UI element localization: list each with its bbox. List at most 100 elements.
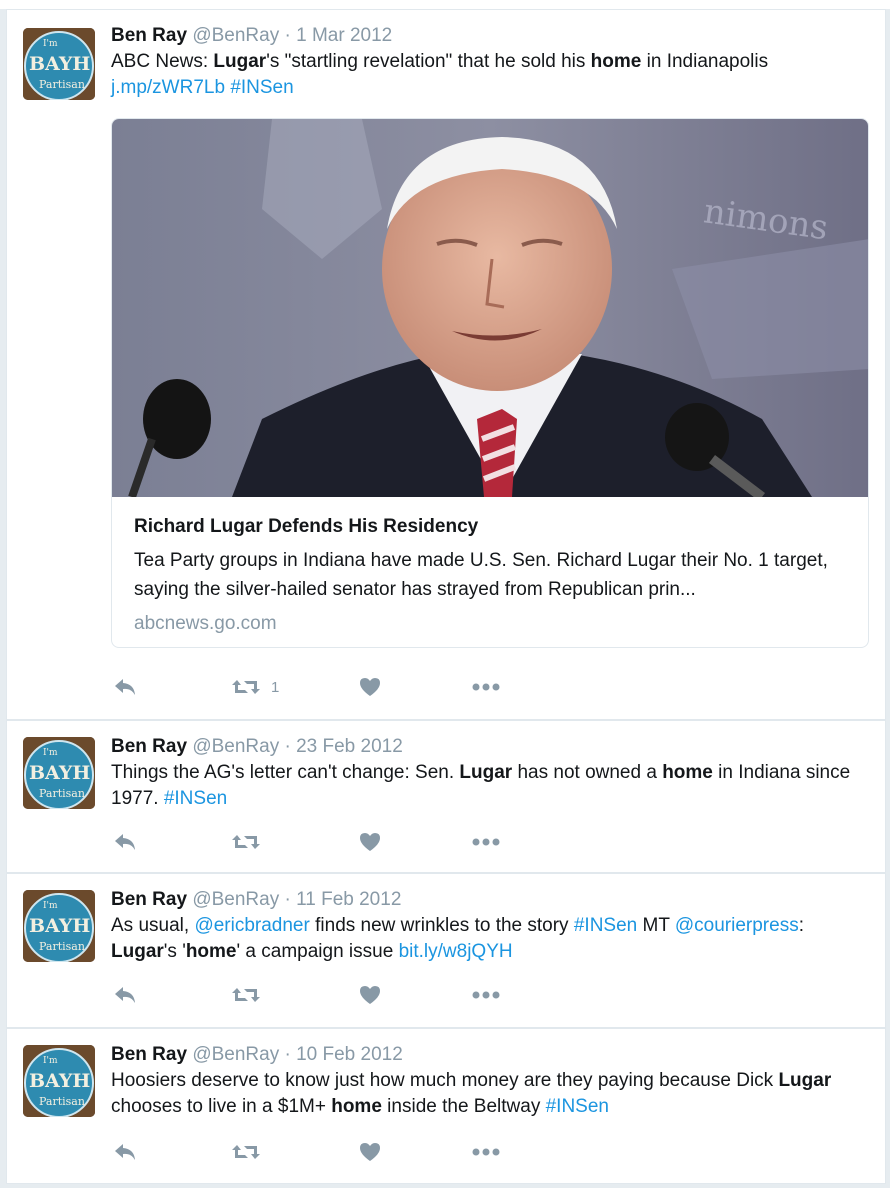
author-name[interactable]: Ben Ray [111, 736, 187, 757]
timeline: I'm BAYH Partisan Ben Ray @BenRay · 1 Ma… [0, 0, 890, 1188]
reply-button[interactable] [113, 829, 137, 855]
tweet[interactable]: I'm BAYH Partisan Ben Ray @BenRay · 1 Ma… [6, 9, 886, 720]
svg-text:I'm: I'm [43, 1056, 58, 1066]
tweet-content: Ben Ray @BenRay · 11 Feb 2012 As usual, … [111, 888, 865, 965]
svg-text:BAYH: BAYH [29, 1070, 90, 1092]
tweet-text-segment: 's ' [163, 941, 186, 962]
tweet-content: Ben Ray @BenRay · 1 Mar 2012 ABC News: L… [111, 24, 865, 101]
tweet-text-segment: ' a campaign issue [236, 941, 399, 962]
svg-text:BAYH: BAYH [29, 915, 90, 937]
heart-icon [360, 833, 380, 851]
tweet-header: Ben Ray @BenRay · 11 Feb 2012 [111, 888, 865, 912]
highlighted-term: Lugar [778, 1070, 832, 1091]
highlighted-term: Lugar [213, 51, 267, 72]
tweet-text-segment: : [798, 915, 804, 936]
url-link[interactable]: bit.ly/w8jQYH [399, 941, 513, 962]
tweet-content: Ben Ray @BenRay · 23 Feb 2012 Things the… [111, 735, 865, 812]
avatar[interactable]: I'm BAYH Partisan [23, 1045, 95, 1117]
retweet-icon [232, 680, 260, 694]
url-link[interactable]: j.mp/zWR7Lb [111, 77, 225, 98]
tweet-text-segment: 's "startling revelation" that he sold h… [266, 51, 591, 72]
card-description: Tea Party groups in Indiana have made U.… [134, 550, 828, 600]
more-button[interactable] [471, 1139, 501, 1165]
more-button[interactable] [471, 829, 501, 855]
tweet[interactable]: I'm BAYH Partisan Ben Ray @BenRay · 11 F… [6, 873, 886, 1028]
tweet-timestamp[interactable]: 23 Feb 2012 [296, 736, 403, 757]
highlighted-term: home [662, 762, 713, 783]
tweet-content: Ben Ray @BenRay · 10 Feb 2012 Hoosiers d… [111, 1043, 865, 1120]
svg-text:Partisan: Partisan [39, 787, 85, 800]
highlighted-term: Lugar [111, 941, 164, 962]
tweet-text: Hoosiers deserve to know just how much m… [111, 1068, 865, 1120]
retweet-button[interactable] [231, 829, 271, 855]
avatar[interactable]: I'm BAYH Partisan [23, 28, 95, 100]
more-icon [472, 1148, 500, 1156]
avatar-bayh-button-image: I'm BAYH Partisan [23, 1045, 95, 1117]
like-button[interactable] [359, 674, 381, 700]
tweet-timestamp[interactable]: 1 Mar 2012 [296, 25, 392, 46]
svg-text:I'm: I'm [43, 39, 58, 49]
reply-icon [115, 679, 135, 695]
retweet-button[interactable] [231, 1139, 271, 1165]
retweet-button[interactable]: 1 [231, 674, 279, 700]
like-button[interactable] [359, 1139, 381, 1165]
tweet-text-segment: finds new wrinkles to the story [309, 915, 574, 936]
tweet[interactable]: I'm BAYH Partisan Ben Ray @BenRay · 23 F… [6, 720, 886, 873]
hashtag-link[interactable]: #INSen [230, 77, 293, 98]
more-icon [472, 683, 500, 691]
more-icon [472, 991, 500, 999]
tweet-timestamp[interactable]: 10 Feb 2012 [296, 1044, 403, 1065]
card-title[interactable]: Richard Lugar Defends His Residency [134, 515, 848, 539]
avatar-bayh-button-image: I'm BAYH Partisan [23, 890, 95, 962]
reply-button[interactable] [113, 982, 137, 1008]
mention-link[interactable]: @courierpress [675, 915, 799, 936]
tweet[interactable]: I'm BAYH Partisan Ben Ray @BenRay · 10 F… [6, 1028, 886, 1184]
author-handle[interactable]: @BenRay [192, 1044, 279, 1065]
tweet-timestamp[interactable]: 11 Feb 2012 [296, 889, 401, 910]
tweet-header: Ben Ray @BenRay · 10 Feb 2012 [111, 1043, 865, 1067]
author-handle[interactable]: @BenRay [192, 25, 279, 46]
svg-text:BAYH: BAYH [29, 762, 90, 784]
hashtag-link[interactable]: #INSen [574, 915, 637, 936]
like-button[interactable] [359, 829, 381, 855]
tweet-text-segment: in Indianapolis [641, 51, 769, 72]
avatar[interactable]: I'm BAYH Partisan [23, 890, 95, 962]
mention-link[interactable]: @ericbradner [194, 915, 309, 936]
highlighted-term: home [185, 941, 237, 962]
card-domain[interactable]: abcnews.go.com [134, 612, 848, 636]
retweet-button[interactable] [231, 982, 271, 1008]
heart-icon [360, 678, 380, 696]
author-name[interactable]: Ben Ray [111, 889, 187, 910]
hashtag-link[interactable]: #INSen [546, 1096, 609, 1117]
retweet-icon [232, 835, 260, 849]
more-button[interactable] [471, 674, 501, 700]
tweet-text-segment: chooses to live in a $1M+ [111, 1096, 332, 1117]
highlighted-term: Lugar [459, 762, 513, 783]
author-handle[interactable]: @BenRay [192, 889, 279, 910]
avatar[interactable]: I'm BAYH Partisan [23, 737, 95, 809]
reply-icon [115, 834, 135, 850]
author-name[interactable]: Ben Ray [111, 1044, 187, 1065]
tweet-actions [111, 1139, 531, 1165]
svg-text:I'm: I'm [43, 748, 58, 758]
author-name[interactable]: Ben Ray [111, 25, 187, 46]
separator-dot: · [284, 889, 291, 910]
tweet-text-segment: inside the Beltway [381, 1096, 546, 1117]
reply-button[interactable] [113, 1139, 137, 1165]
separator-dot: · [284, 25, 291, 46]
card-photo: nimons [112, 119, 868, 497]
link-card[interactable]: nimons Richard Lugar Defends His Residen… [111, 118, 869, 648]
avatar-bayh-button-image: I'm BAYH Partisan [23, 28, 95, 100]
svg-text:BAYH: BAYH [29, 53, 90, 75]
tweet-actions: 1 [111, 674, 531, 700]
hashtag-link[interactable]: #INSen [164, 788, 227, 809]
like-button[interactable] [359, 982, 381, 1008]
svg-text:I'm: I'm [43, 901, 58, 911]
highlighted-term: home [590, 51, 642, 72]
reply-button[interactable] [113, 674, 137, 700]
author-handle[interactable]: @BenRay [192, 736, 279, 757]
tweet-text-segment: ABC News: [111, 51, 214, 72]
tweet-text: ABC News: Lugar's "startling revelation"… [111, 49, 865, 101]
more-button[interactable] [471, 982, 501, 1008]
tweet-text-segment: Hoosiers deserve to know just how much m… [111, 1070, 779, 1091]
